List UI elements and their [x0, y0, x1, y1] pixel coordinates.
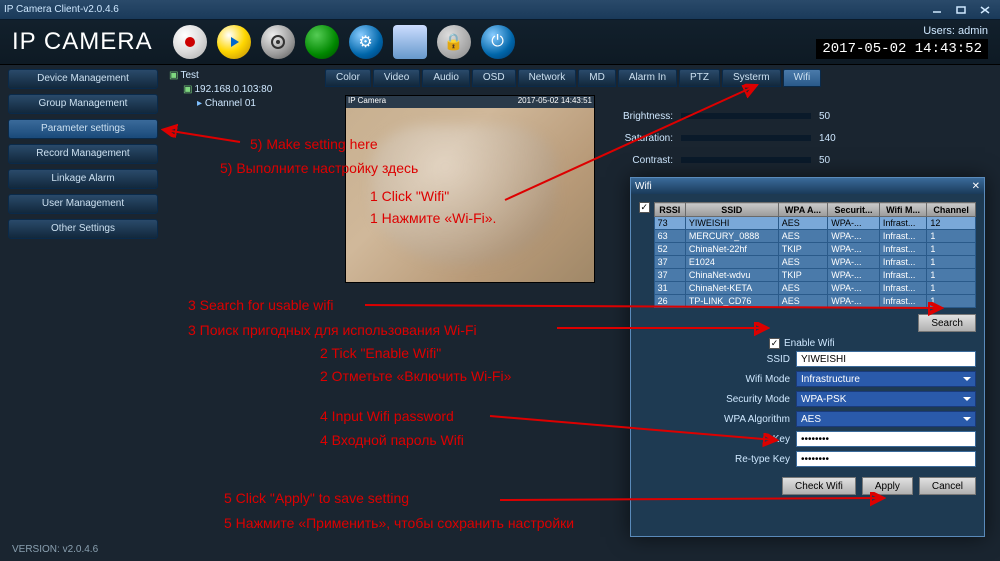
tab-wifi[interactable]: Wifi: [783, 69, 822, 87]
sidebar-item-parameter-settings[interactable]: Parameter settings: [8, 119, 158, 139]
wifi-col-header[interactable]: Securit...: [828, 203, 880, 217]
preview-timestamp: 2017-05-02 14:43:51: [518, 96, 592, 108]
tab-color[interactable]: Color: [325, 69, 371, 87]
wifi-col-header[interactable]: WPA A...: [778, 203, 827, 217]
cancel-button[interactable]: Cancel: [919, 477, 976, 495]
apply-button[interactable]: Apply: [862, 477, 913, 495]
security-mode-select[interactable]: WPA-PSK: [796, 391, 976, 407]
tree-channel[interactable]: ▸ Channel 01: [165, 97, 315, 111]
tree-root[interactable]: ▣Test: [165, 69, 315, 83]
title-bar: IP Camera Client-v2.0.4.6: [0, 0, 1000, 20]
power-icon[interactable]: ⏻: [481, 25, 515, 59]
globe-icon[interactable]: [305, 25, 339, 59]
wifi-network-row[interactable]: 63MERCURY_0888AESWPA-...Infrast...1: [654, 230, 975, 243]
wifi-networks-table: RSSISSIDWPA A...Securit...Wifi M...Chann…: [654, 202, 976, 308]
tree-device[interactable]: ▣192.168.0.103:80: [165, 83, 315, 97]
preview-label: IP Camera: [348, 96, 386, 108]
wifi-network-row[interactable]: 26TP-LINK_CD76AESWPA-...Infrast...1: [654, 295, 975, 308]
wifi-col-header[interactable]: Channel: [927, 203, 976, 217]
device-tree: ▣Test ▣192.168.0.103:80 ▸ Channel 01: [165, 69, 315, 111]
tab-video[interactable]: Video: [373, 69, 420, 87]
play-icon[interactable]: [217, 25, 251, 59]
close-button[interactable]: [974, 3, 996, 17]
datetime-display: 2017-05-02 14:43:52: [816, 39, 988, 59]
key-input[interactable]: ••••••••: [796, 431, 976, 447]
playback-icon[interactable]: [261, 25, 295, 59]
wpa-algorithm-select[interactable]: AES: [796, 411, 976, 427]
minimize-button[interactable]: [926, 3, 948, 17]
wifi-col-header[interactable]: Wifi M...: [879, 203, 926, 217]
enable-wifi-label: Enable Wifi: [784, 338, 835, 349]
sidebar-item-device-management[interactable]: Device Management: [8, 69, 158, 89]
wifi-network-row[interactable]: 52ChinaNet-22hfTKIPWPA-...Infrast...1: [654, 243, 975, 256]
monitor-icon[interactable]: [393, 25, 427, 59]
check-wifi-button[interactable]: Check Wifi: [782, 477, 856, 495]
slider-saturation[interactable]: Saturation:140: [615, 127, 843, 149]
wifi-network-row[interactable]: 73YIWEISHIAESWPA-...Infrast...12: [654, 217, 975, 230]
tab-alarm in[interactable]: Alarm In: [618, 69, 677, 87]
wifi-col-header[interactable]: RSSI: [654, 203, 685, 217]
tab-osd[interactable]: OSD: [472, 69, 516, 87]
wifi-mode-select[interactable]: Infrastructure: [796, 371, 976, 387]
tab-audio[interactable]: Audio: [422, 69, 470, 87]
wifi-dialog-title: Wifi: [635, 181, 652, 192]
wifi-network-row[interactable]: 31ChinaNet-KETAAESWPA-...Infrast...1: [654, 282, 975, 295]
version-label: VERSION: v2.0.4.6: [12, 544, 98, 555]
tab-md[interactable]: MD: [578, 69, 616, 87]
sidebar-item-linkage-alarm[interactable]: Linkage Alarm: [8, 169, 158, 189]
wifi-list-checkbox[interactable]: ✓: [639, 202, 650, 213]
video-preview: IP Camera 2017-05-02 14:43:51: [345, 95, 595, 283]
slider-brightness[interactable]: Brightness:50: [615, 105, 843, 127]
lock-icon[interactable]: 🔒: [437, 25, 471, 59]
window-title: IP Camera Client-v2.0.4.6: [4, 4, 119, 15]
tab-ptz[interactable]: PTZ: [679, 69, 720, 87]
wifi-dialog: Wifi ✕ ✓ RSSISSIDWPA A...Securit...Wifi …: [630, 177, 985, 537]
sidebar-item-record-management[interactable]: Record Management: [8, 144, 158, 164]
sidebar-item-other-settings[interactable]: Other Settings: [8, 219, 158, 239]
sidebar-item-group-management[interactable]: Group Management: [8, 94, 158, 114]
sidebar-item-user-management[interactable]: User Management: [8, 194, 158, 214]
sidebar: Device Management Group Management Paramet…: [8, 69, 158, 244]
app-logo: IP CAMERA: [12, 28, 153, 56]
wifi-network-row[interactable]: 37E1024AESWPA-...Infrast...1: [654, 256, 975, 269]
wifi-network-row[interactable]: 37ChinaNet-wdvuTKIPWPA-...Infrast...1: [654, 269, 975, 282]
tab-network[interactable]: Network: [518, 69, 577, 87]
tab-systerm[interactable]: Systerm: [722, 69, 781, 87]
wifi-col-header[interactable]: SSID: [685, 203, 778, 217]
top-toolbar: IP CAMERA ⚙ 🔒 ⏻ Users: admin 2017-05-02 …: [0, 20, 1000, 65]
enable-wifi-checkbox[interactable]: ✓: [769, 338, 780, 349]
user-label: Users: admin: [816, 25, 988, 37]
retype-key-input[interactable]: ••••••••: [796, 451, 976, 467]
ssid-input[interactable]: YIWEISHI: [796, 351, 976, 367]
param-tabs: ColorVideoAudioOSDNetworkMDAlarm InPTZSy…: [325, 69, 992, 87]
wifi-close-icon[interactable]: ✕: [972, 181, 980, 192]
webcam-icon[interactable]: [173, 25, 207, 59]
settings-icon[interactable]: ⚙: [349, 25, 383, 59]
slider-contrast[interactable]: Contrast:50: [615, 149, 843, 171]
search-wifi-button[interactable]: Search: [918, 314, 976, 332]
maximize-button[interactable]: [950, 3, 972, 17]
